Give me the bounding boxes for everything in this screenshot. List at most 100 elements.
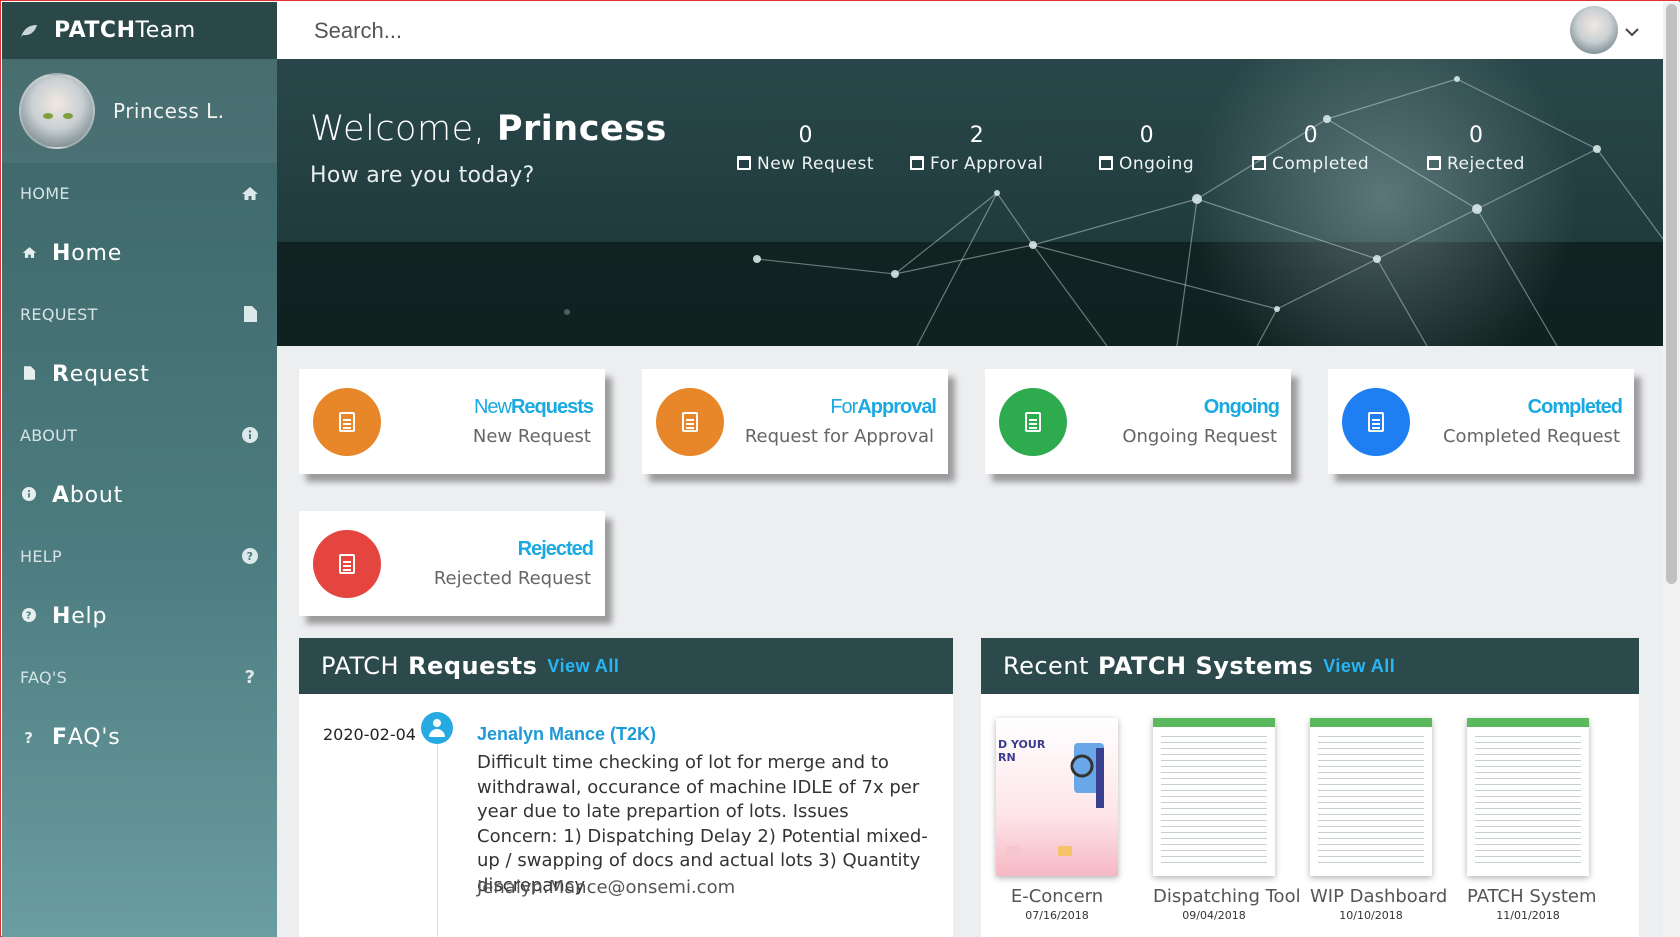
welcome-heading: Welcome, Princess bbox=[310, 109, 667, 149]
calendar-icon bbox=[1252, 156, 1266, 170]
card-icon-circle bbox=[313, 388, 381, 456]
system-thumbnail bbox=[1467, 718, 1589, 876]
card-title: Rejected bbox=[518, 538, 594, 561]
chevron-down-icon[interactable] bbox=[1625, 22, 1639, 41]
document-icon bbox=[682, 412, 698, 432]
stat-value: 2 bbox=[969, 123, 984, 148]
sidebar-item-home[interactable]: Home bbox=[2, 223, 277, 284]
main-content: NewRequests New Request ForApproval Requ… bbox=[277, 346, 1663, 937]
system-thumbnail: D YOUR RN bbox=[996, 718, 1118, 876]
system-thumbnail bbox=[1310, 718, 1432, 876]
top-bar bbox=[277, 2, 1663, 59]
stat-completed[interactable]: 0 Completed bbox=[1252, 123, 1369, 174]
sidebar-item-help[interactable]: ? Help bbox=[2, 586, 277, 647]
requester-name[interactable]: Jenalyn Mance (T2K) bbox=[477, 724, 656, 745]
system-card-patch-system[interactable]: PATCH System 11/01/2018 bbox=[1467, 718, 1597, 922]
request-date: 2020-02-04 bbox=[323, 725, 416, 744]
card-icon-circle bbox=[656, 388, 724, 456]
scrollbar-thumb[interactable] bbox=[1666, 4, 1677, 584]
sidebar-item-label: Help bbox=[52, 604, 108, 629]
card-title-bold: Approval bbox=[857, 396, 937, 418]
section-label: HELP bbox=[20, 546, 62, 566]
user-profile[interactable]: Princess L. bbox=[2, 59, 277, 163]
view-all-link[interactable]: View All bbox=[1323, 656, 1395, 677]
sidebar-item-faqs[interactable]: ? FAQ's bbox=[2, 707, 277, 768]
section-heading-faqs: FAQ'S ? bbox=[2, 647, 277, 707]
system-card-e-concern[interactable]: D YOUR RN E-Concern 07/16/2018 bbox=[996, 718, 1118, 922]
econcern-illustration-icon: D YOUR RN bbox=[998, 738, 1104, 856]
panel-title-light: PATCH bbox=[321, 652, 400, 680]
system-name: Dispatching Tool bbox=[1153, 886, 1301, 907]
card-ongoing[interactable]: Ongoing Ongoing Request bbox=[985, 369, 1291, 474]
card-title: Ongoing bbox=[1204, 396, 1280, 419]
panel-header: Recent PATCH Systems View All bbox=[981, 638, 1639, 694]
requester-email: Jenalyn.Mance@onsemi.com bbox=[477, 877, 736, 898]
section-heading-request: REQUEST bbox=[2, 284, 277, 344]
sidebar: PATCHTeam Princess L. HOME Home REQUEST … bbox=[2, 2, 277, 937]
card-subtitle: Ongoing Request bbox=[1122, 426, 1277, 447]
stat-for-approval[interactable]: 2 For Approval bbox=[910, 123, 1043, 174]
system-date: 11/01/2018 bbox=[1496, 909, 1560, 922]
question-icon: ? bbox=[244, 666, 256, 688]
sidebar-item-about[interactable]: About bbox=[2, 465, 277, 526]
sidebar-item-label: About bbox=[52, 483, 124, 508]
help-circle-icon: ? bbox=[241, 547, 259, 565]
svg-text:?: ? bbox=[247, 550, 254, 563]
card-for-approval[interactable]: ForApproval Request for Approval bbox=[642, 369, 948, 474]
document-icon bbox=[339, 554, 355, 574]
welcome-subtitle: How are you today? bbox=[310, 163, 535, 188]
stat-label: Completed bbox=[1272, 154, 1370, 174]
system-card-dispatching-tool[interactable]: Dispatching Tool 09/04/2018 bbox=[1153, 718, 1301, 922]
card-title-bold: Requests bbox=[510, 396, 594, 418]
card-title-light: For bbox=[830, 396, 858, 418]
system-thumbnail bbox=[1153, 718, 1275, 876]
stat-value: 0 bbox=[1468, 123, 1483, 148]
panel-title-bold: Requests bbox=[408, 652, 538, 680]
user-icon bbox=[421, 712, 453, 744]
calendar-icon bbox=[1099, 156, 1113, 170]
stat-value: 0 bbox=[1303, 123, 1318, 148]
card-completed[interactable]: Completed Completed Request bbox=[1328, 369, 1634, 474]
system-name: WIP Dashboard bbox=[1310, 886, 1448, 907]
stat-new-request[interactable]: 0 New Request bbox=[737, 123, 874, 174]
info-icon bbox=[241, 426, 259, 444]
file-icon bbox=[241, 305, 259, 323]
section-heading-help: HELP ? bbox=[2, 526, 277, 586]
home-icon bbox=[241, 184, 259, 202]
panel-header: PATCH Requests View All bbox=[299, 638, 953, 694]
search-input[interactable] bbox=[314, 17, 914, 44]
card-icon-circle bbox=[999, 388, 1067, 456]
sidebar-item-request[interactable]: Request bbox=[2, 344, 277, 405]
system-name: PATCH System bbox=[1467, 886, 1597, 907]
card-title-light: New bbox=[473, 396, 512, 418]
calendar-icon bbox=[737, 156, 751, 170]
home-icon bbox=[20, 245, 38, 263]
page-scrollbar[interactable] bbox=[1663, 2, 1680, 937]
leaf-logo-icon bbox=[21, 24, 37, 37]
card-title: Completed bbox=[1528, 396, 1623, 419]
stat-rejected[interactable]: 0 Rejected bbox=[1427, 123, 1525, 174]
card-subtitle: Request for Approval bbox=[744, 426, 934, 447]
request-item[interactable]: 2020-02-04 Jenalyn Mance (T2K) Difficult… bbox=[299, 694, 953, 937]
stat-ongoing[interactable]: 0 Ongoing bbox=[1099, 123, 1194, 174]
system-card-wip-dashboard[interactable]: WIP Dashboard 10/10/2018 bbox=[1310, 718, 1448, 922]
section-heading-about: ABOUT bbox=[2, 405, 277, 465]
timeline-line bbox=[437, 724, 438, 937]
card-rejected[interactable]: Rejected Rejected Request bbox=[299, 511, 605, 616]
greeting-name: Princess bbox=[496, 109, 667, 149]
welcome-banner: Welcome, Princess How are you today? 0 N… bbox=[277, 59, 1663, 346]
greeting-text: Welcome, bbox=[310, 109, 486, 149]
card-new-requests[interactable]: NewRequests New Request bbox=[299, 369, 605, 474]
welcome-text: Welcome, Princess How are you today? bbox=[310, 109, 667, 188]
brand-bar[interactable]: PATCHTeam bbox=[2, 2, 277, 59]
file-icon bbox=[20, 365, 38, 384]
svg-text:D YOUR: D YOUR bbox=[998, 738, 1046, 751]
avatar bbox=[19, 73, 95, 149]
calendar-icon bbox=[910, 156, 924, 170]
system-date: 07/16/2018 bbox=[1025, 909, 1089, 922]
section-label: REQUEST bbox=[20, 304, 98, 324]
user-avatar-menu[interactable] bbox=[1570, 6, 1618, 54]
request-description: Difficult time checking of lot for merge… bbox=[477, 752, 928, 896]
section-label: FAQ'S bbox=[20, 667, 68, 687]
view-all-link[interactable]: View All bbox=[547, 656, 619, 677]
